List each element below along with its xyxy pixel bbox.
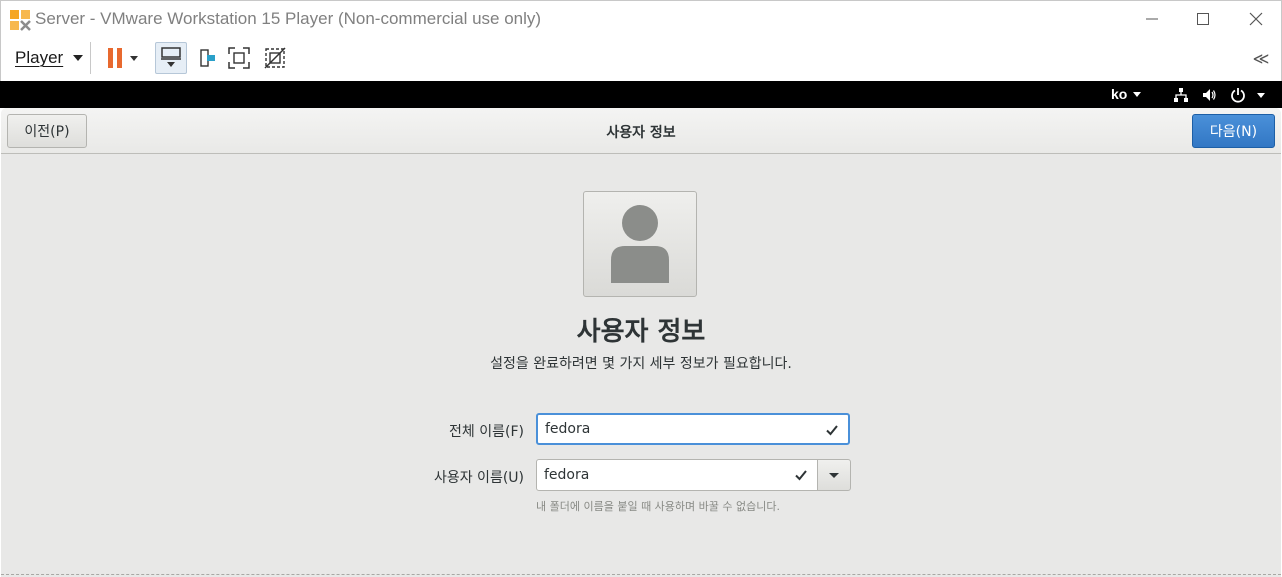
input-language-indicator[interactable]: ko [1111, 86, 1142, 102]
removable-devices-icon [200, 49, 215, 67]
username-field[interactable] [536, 459, 818, 491]
full-name-input[interactable] [538, 415, 848, 443]
language-label: ko [1111, 86, 1128, 102]
username-dropdown-button[interactable] [817, 459, 851, 491]
close-icon [1249, 12, 1263, 26]
full-name-field[interactable] [536, 413, 850, 445]
page-title: 사용자 정보 [576, 317, 706, 347]
minimize-icon [1146, 18, 1158, 20]
username-label: 사용자 이름(U) [433, 470, 524, 486]
guest-top-bar: ko [0, 81, 1282, 108]
chevron-down-icon [73, 55, 84, 61]
send-ctrl-alt-del-button[interactable] [155, 42, 187, 74]
system-menu-chevron-icon[interactable] [1252, 86, 1270, 104]
send-ctrl-alt-del-icon [161, 47, 181, 67]
window-title: Server - VMware Workstation 15 Player (N… [35, 9, 542, 28]
installer-window: 이전(P) 사용자 정보 다음(N) 사용자 정보 설정을 완료하려면 몇 가지… [1, 108, 1281, 577]
pause-button[interactable] [101, 42, 147, 74]
power-icon[interactable] [1229, 86, 1247, 104]
full-screen-icon [228, 47, 250, 69]
player-toolbar: Player ≪ [0, 36, 1282, 81]
check-icon [793, 467, 809, 483]
minimize-button[interactable] [1132, 5, 1172, 33]
double-chevron-left-icon: ≪ [1252, 48, 1270, 68]
maximize-button[interactable] [1183, 5, 1223, 33]
bottom-divider [1, 574, 1281, 575]
header-title: 사용자 정보 [606, 125, 676, 141]
header-bar: 이전(P) 사용자 정보 다음(N) [1, 108, 1281, 154]
player-menu-label: Player [15, 48, 64, 67]
window-titlebar: Server - VMware Workstation 15 Player (N… [0, 0, 1282, 36]
user-avatar-icon [611, 205, 669, 283]
chevron-down-icon [829, 472, 839, 478]
player-menu-button[interactable]: Player [9, 44, 89, 72]
unity-button[interactable] [259, 42, 291, 74]
page-subtitle: 설정을 완료하려면 몇 가지 세부 정보가 필요합니다. [490, 356, 792, 372]
vmware-logo-icon [9, 9, 31, 31]
network-icon[interactable] [1172, 86, 1190, 104]
volume-icon[interactable] [1200, 86, 1218, 104]
avatar-button[interactable] [583, 191, 697, 297]
collapse-toolbar-button[interactable]: ≪ [1246, 42, 1276, 74]
chevron-down-icon [1133, 91, 1142, 97]
toolbar-divider [90, 42, 91, 74]
close-button[interactable] [1236, 5, 1276, 33]
full-name-label: 전체 이름(F) [449, 424, 524, 440]
pause-icon [108, 48, 138, 68]
unity-icon [264, 47, 286, 69]
username-hint: 내 폴더에 이름을 붙일 때 사용하며 바꿀 수 없습니다. [536, 500, 780, 513]
next-button[interactable]: 다음(N) [1192, 114, 1275, 148]
full-screen-button[interactable] [223, 42, 255, 74]
check-icon [824, 422, 840, 438]
removable-devices-button[interactable] [191, 42, 223, 74]
username-input[interactable] [537, 460, 817, 490]
maximize-icon [1197, 13, 1209, 25]
